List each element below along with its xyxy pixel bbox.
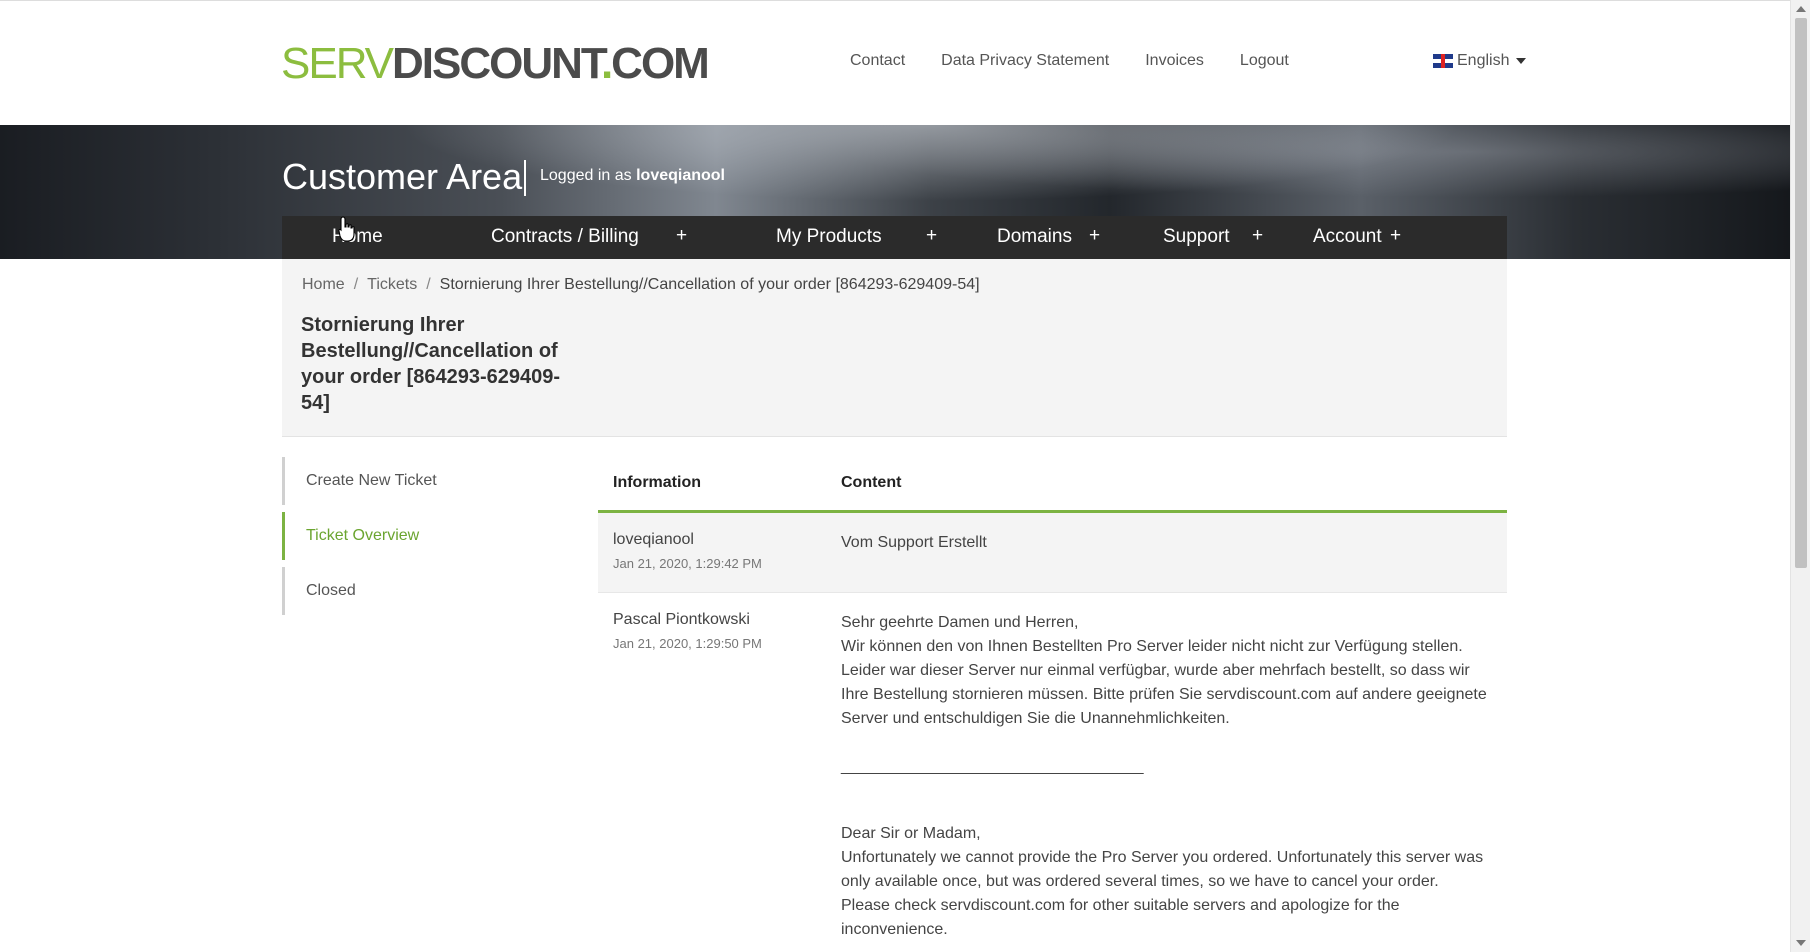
- hand-cursor-icon: [338, 216, 355, 242]
- nav-products-expand-icon[interactable]: +: [926, 225, 937, 247]
- main-nav: Home Contracts / Billing + My Products +…: [282, 216, 1507, 259]
- page-title: Customer Area: [282, 156, 523, 197]
- column-header-information: Information: [613, 474, 701, 491]
- table-row: Pascal Piontkowski Jan 21, 2020, 1:29:50…: [598, 593, 1507, 952]
- top-nav: Contact Data Privacy Statement Invoices …: [850, 52, 1289, 70]
- nav-my-products[interactable]: My Products: [776, 226, 882, 248]
- logout-link[interactable]: Logout: [1240, 52, 1289, 70]
- ticket-title: Stornierung Ihrer Bestellung//Cancellati…: [301, 314, 561, 414]
- message-greeting-de: Sehr geehrte Damen und Herren,: [841, 614, 1079, 631]
- nav-support-expand-icon[interactable]: +: [1252, 225, 1263, 247]
- logged-in-prefix: Logged in as: [540, 167, 632, 184]
- ticket-title-panel: Home / Tickets / Stornierung Ihrer Bestellun…: [282, 259, 1507, 437]
- logged-in-username: loveqianool: [636, 167, 725, 184]
- breadcrumb-separator: /: [426, 276, 431, 293]
- language-selector[interactable]: English: [1433, 52, 1527, 70]
- scroll-up-arrow-icon[interactable]: [1796, 6, 1806, 12]
- nav-account-expand-icon[interactable]: +: [1390, 225, 1401, 247]
- breadcrumb-current: Stornierung Ihrer Bestellung//Cancellati…: [439, 276, 980, 293]
- logged-in-status: Logged in as loveqianool: [540, 167, 725, 185]
- language-label: English: [1457, 52, 1510, 69]
- message-body-en: Unfortunately we cannot provide the Pro …: [841, 849, 1484, 938]
- header: SERVDISCOUNT.COM Contact Data Privacy St…: [0, 0, 1790, 125]
- breadcrumb-tickets[interactable]: Tickets: [367, 276, 417, 293]
- column-header-content: Content: [841, 474, 902, 491]
- message-timestamp: Jan 21, 2020, 1:29:42 PM: [613, 556, 762, 571]
- breadcrumb: Home / Tickets / Stornierung Ihrer Bestellun…: [302, 276, 980, 294]
- message-author: Pascal Piontkowski: [613, 611, 750, 628]
- nav-support[interactable]: Support: [1163, 226, 1230, 248]
- nav-domains[interactable]: Domains: [997, 226, 1072, 248]
- logo-part-com: COM: [611, 39, 710, 88]
- contact-link[interactable]: Contact: [850, 52, 905, 70]
- breadcrumb-home[interactable]: Home: [302, 276, 345, 293]
- page: SERVDISCOUNT.COM Contact Data Privacy St…: [0, 0, 1790, 952]
- nav-account[interactable]: Account: [1313, 226, 1382, 248]
- message-body-de: Wir können den von Ihnen Bestellten Pro …: [841, 638, 1487, 727]
- message-content: Sehr geehrte Damen und Herren, Wir könne…: [841, 611, 1491, 942]
- ticket-sidebar: Create New Ticket Ticket Overview Closed: [282, 457, 522, 622]
- title-divider: [524, 160, 526, 196]
- privacy-link[interactable]: Data Privacy Statement: [941, 52, 1109, 70]
- message-author: loveqianool: [613, 531, 694, 548]
- sidebar-item-closed[interactable]: Closed: [282, 567, 522, 615]
- message-greeting-en: Dear Sir or Madam,: [841, 825, 981, 842]
- sidebar-item-ticket-overview[interactable]: Ticket Overview: [282, 512, 522, 560]
- ticket-messages-table: Information Content loveqianool Jan 21, …: [598, 457, 1507, 952]
- scroll-thumb[interactable]: [1795, 18, 1807, 568]
- uk-flag-icon: [1433, 54, 1453, 68]
- nav-domains-expand-icon[interactable]: +: [1089, 225, 1100, 247]
- page-scrollbar[interactable]: [1790, 0, 1810, 952]
- logo-part-serv: SERV: [281, 39, 394, 88]
- nav-contracts-expand-icon[interactable]: +: [676, 225, 687, 247]
- invoices-link[interactable]: Invoices: [1145, 52, 1204, 70]
- message-timestamp: Jan 21, 2020, 1:29:50 PM: [613, 636, 762, 651]
- logo-part-dot: .: [600, 39, 613, 88]
- message-divider: __________________________________: [841, 758, 1144, 775]
- servdiscount-logo[interactable]: SERVDISCOUNT.COM: [281, 39, 710, 89]
- table-row: loveqianool Jan 21, 2020, 1:29:42 PM Vom…: [598, 513, 1507, 593]
- message-content: Vom Support Erstellt: [841, 534, 987, 551]
- breadcrumb-separator: /: [353, 276, 359, 293]
- caret-down-icon: [1516, 58, 1527, 64]
- scroll-down-arrow-icon[interactable]: [1796, 940, 1806, 946]
- table-header: Information Content: [598, 457, 1507, 513]
- sidebar-item-create-new-ticket[interactable]: Create New Ticket: [282, 457, 522, 505]
- nav-contracts-billing[interactable]: Contracts / Billing: [491, 226, 639, 248]
- logo-part-discount: DISCOUNT: [392, 39, 603, 88]
